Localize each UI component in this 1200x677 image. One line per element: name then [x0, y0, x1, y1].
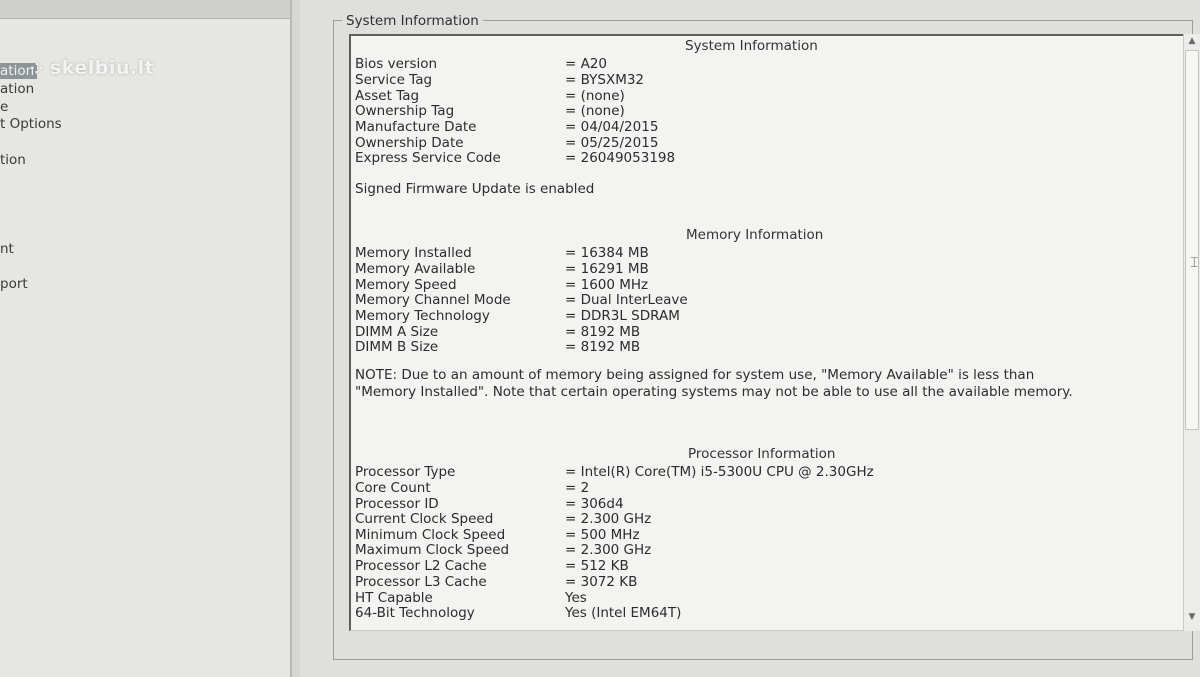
info-value: = 2	[565, 480, 590, 496]
info-value: = 3072 KB	[565, 574, 638, 590]
info-label: Asset Tag	[355, 88, 420, 104]
group-title: System Information	[342, 13, 483, 29]
firmware-status-text: Signed Firmware Update is enabled	[355, 181, 595, 197]
info-label: Memory Speed	[355, 277, 457, 293]
processor-information-heading: Processor Information	[688, 446, 836, 462]
info-value: = 16291 MB	[565, 261, 649, 277]
info-label: Express Service Code	[355, 150, 501, 166]
memory-information-heading: Memory Information	[686, 227, 824, 243]
info-label: DIMM A Size	[355, 324, 439, 340]
info-value: Yes	[565, 590, 587, 606]
nav-item-boot-options[interactable]: t Options	[0, 116, 62, 132]
info-value: = 512 KB	[565, 558, 629, 574]
info-label: Memory Technology	[355, 308, 490, 324]
info-value: = 05/25/2015	[565, 135, 659, 151]
vertical-scrollbar[interactable]: ▲ ▼	[1183, 34, 1200, 631]
info-value: = 306d4	[565, 496, 624, 512]
mouse-cursor-icon: ⌶	[1190, 255, 1199, 271]
info-label: Memory Channel Mode	[355, 292, 511, 308]
info-label: Processor L3 Cache	[355, 574, 487, 590]
memory-note: NOTE: Due to an amount of memory being a…	[355, 367, 1073, 400]
info-value: = A20	[565, 56, 608, 72]
nav-item-configuration[interactable]: tion	[0, 152, 26, 168]
info-value: = 8192 MB	[565, 324, 641, 340]
info-value: = 1600 MHz	[565, 277, 649, 293]
info-label: Bios version	[355, 56, 438, 72]
info-label: Processor ID	[355, 496, 439, 512]
info-label: Ownership Tag	[355, 103, 455, 119]
nav-item-support[interactable]: port	[0, 276, 28, 292]
info-label: Ownership Date	[355, 135, 464, 151]
system-information-panel: System Information Bios version = A20 Ser…	[349, 34, 1184, 631]
info-label: Manufacture Date	[355, 119, 477, 135]
info-value: = 500 MHz	[565, 527, 640, 543]
watermark-text: skelbiu.lt	[49, 57, 155, 79]
info-label: Core Count	[355, 480, 431, 496]
info-label: Memory Installed	[355, 245, 472, 261]
nav-item-management[interactable]: nt	[0, 241, 14, 257]
info-value: = 2.300 GHz	[565, 542, 652, 558]
info-value: = (none)	[565, 103, 625, 119]
system-information-heading: System Information	[685, 38, 818, 54]
info-label: Current Clock Speed	[355, 511, 494, 527]
info-label: HT Capable	[355, 590, 433, 606]
info-value: = 04/04/2015	[565, 119, 659, 135]
info-label: Maximum Clock Speed	[355, 542, 510, 558]
navigation-header-strip	[0, 0, 290, 19]
info-value: = 8192 MB	[565, 339, 641, 355]
info-value: = Intel(R) Core(TM) i5-5300U CPU @ 2.30G…	[565, 464, 874, 480]
info-label: Processor L2 Cache	[355, 558, 487, 574]
info-value: = 2.300 GHz	[565, 511, 652, 527]
navigation-pane: ation ation e t Options tion nt port ⁘ sk…	[0, 0, 292, 677]
info-label: Memory Available	[355, 261, 476, 277]
info-value: = BYSXM32	[565, 72, 645, 88]
info-label: DIMM B Size	[355, 339, 439, 355]
info-value: = 26049053198	[565, 150, 676, 166]
info-value: = 16384 MB	[565, 245, 649, 261]
info-label: Minimum Clock Speed	[355, 527, 506, 543]
info-value: = Dual InterLeave	[565, 292, 688, 308]
info-value: = (none)	[565, 88, 625, 104]
scroll-down-arrow-icon[interactable]: ▼	[1186, 612, 1198, 622]
scroll-up-arrow-icon[interactable]: ▲	[1186, 36, 1198, 46]
watermark-dots-icon: ⁘	[30, 59, 44, 78]
nav-item-date-time[interactable]: e	[0, 99, 8, 115]
watermark-logo: ⁘ skelbiu.lt	[30, 57, 154, 79]
info-value: Yes (Intel EM64T)	[565, 605, 682, 621]
info-label: 64-Bit Technology	[355, 605, 475, 621]
scroll-thumb[interactable]	[1185, 50, 1199, 430]
nav-item-battery-information[interactable]: ation	[0, 81, 34, 97]
info-value: = DDR3L SDRAM	[565, 308, 680, 324]
info-label: Processor Type	[355, 464, 456, 480]
info-label: Service Tag	[355, 72, 433, 88]
